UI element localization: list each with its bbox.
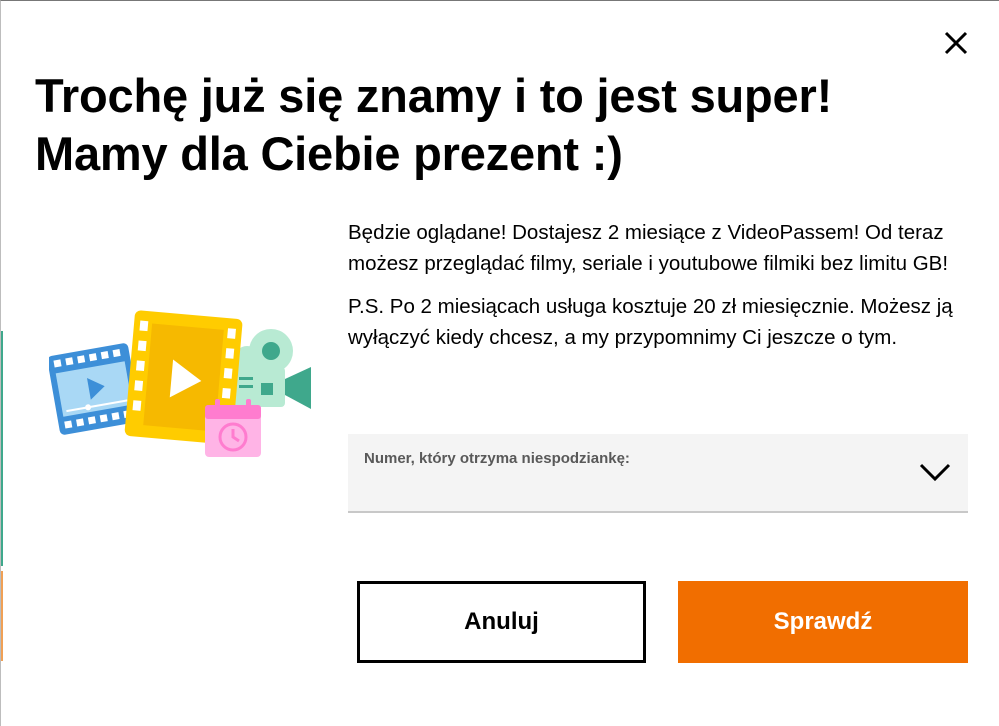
background-edge-orange (1, 571, 3, 661)
check-button[interactable]: Sprawdź (678, 581, 968, 663)
cancel-button[interactable]: Anuluj (357, 581, 646, 663)
close-button[interactable] (936, 23, 976, 63)
offer-description: Będzie oglądane! Dostajesz 2 miesiące z … (348, 221, 949, 275)
dialog-content: Będzie oglądane! Dostajesz 2 miesiące z … (348, 217, 973, 353)
calendar-clock-icon (205, 399, 261, 457)
video-gift-illustration (49, 310, 311, 457)
title-line-2: Mamy dla Ciebie prezent :) (35, 127, 623, 180)
background-edge-green (1, 331, 3, 566)
phone-number-select-label: Numer, który otrzyma niespodziankę: (364, 450, 630, 467)
gift-dialog: Trochę już się znamy i to jest super! Ma… (0, 0, 999, 726)
dialog-title: Trochę już się znamy i to jest super! Ma… (35, 67, 935, 183)
close-icon (944, 31, 968, 55)
video-camera-icon (229, 329, 311, 409)
phone-number-select[interactable]: Numer, który otrzyma niespodziankę: (348, 434, 968, 513)
title-line-1: Trochę już się znamy i to jest super! (35, 69, 833, 122)
chevron-down-icon[interactable] (918, 460, 952, 484)
pricing-note: P.S. Po 2 miesiącach usługa kosztuje 20 … (348, 295, 953, 349)
